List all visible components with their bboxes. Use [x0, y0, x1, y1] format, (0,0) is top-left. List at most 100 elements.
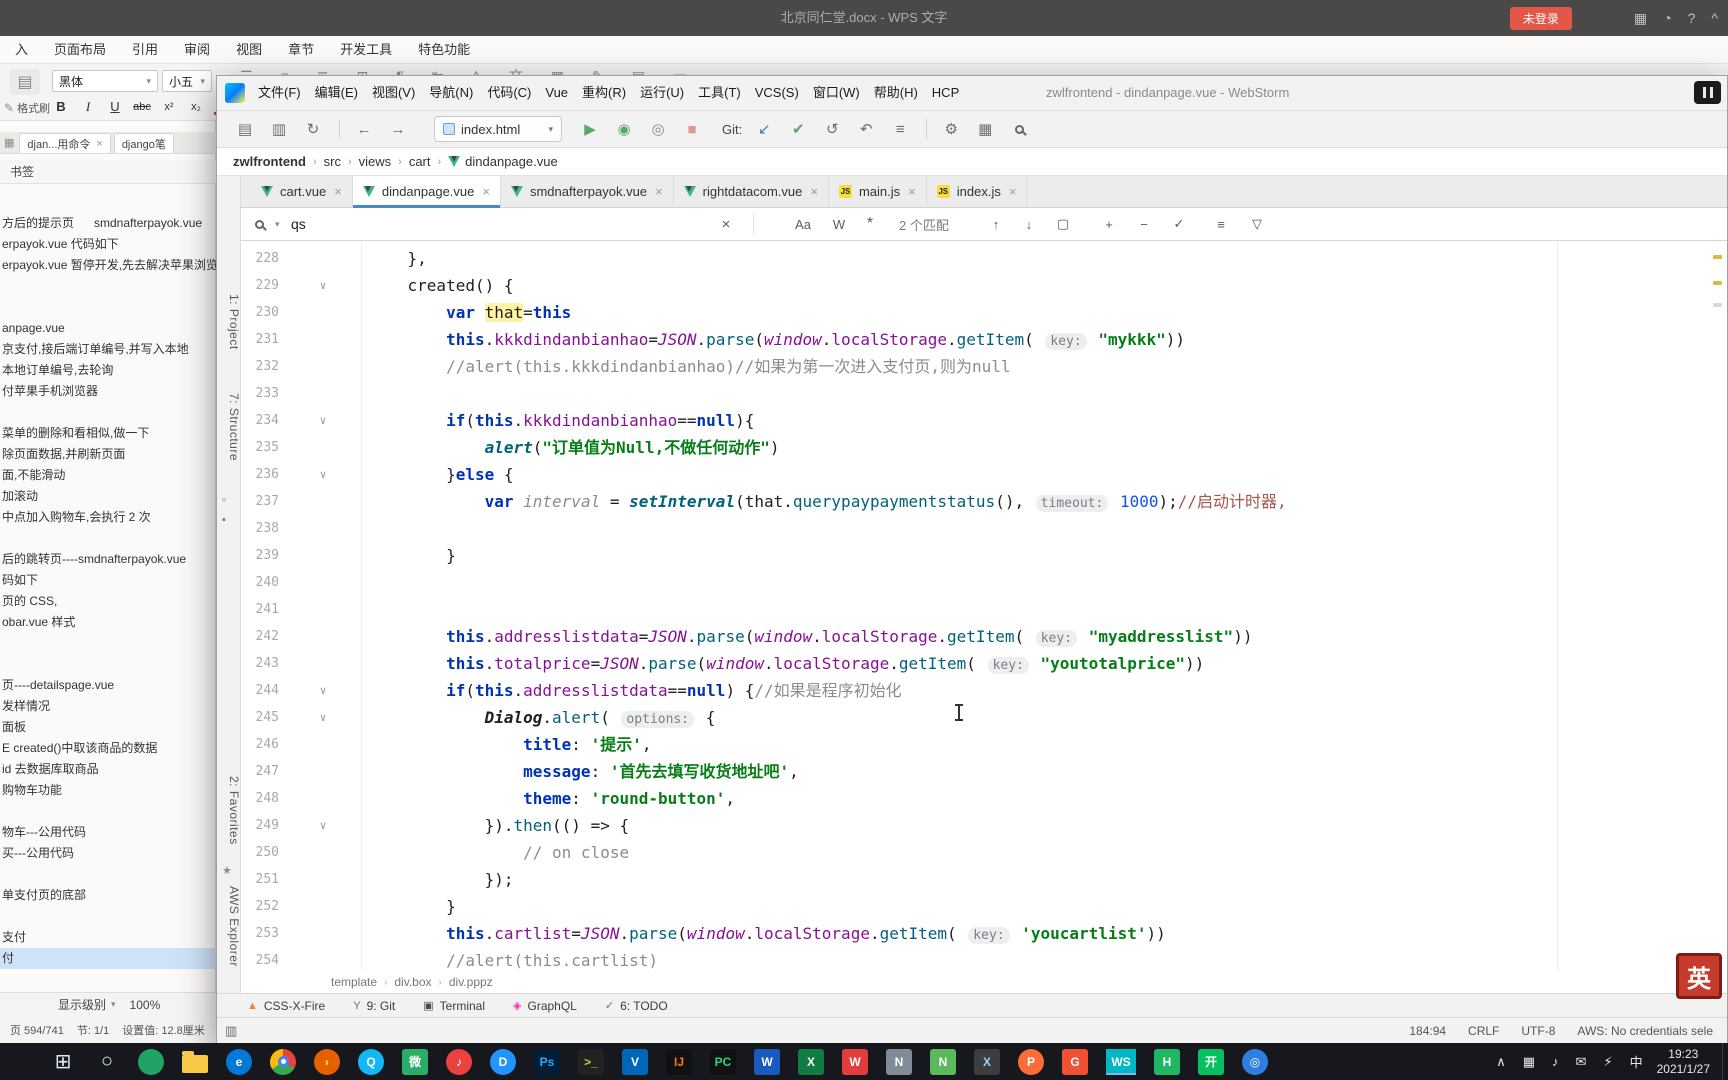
- taskbar-app-idea[interactable]: IJ: [666, 1048, 692, 1075]
- wps-menu-item-1[interactable]: 页面布局: [41, 36, 119, 64]
- toolwindow-stripe-item-2[interactable]: 2: Favorites: [217, 776, 241, 845]
- tab-smdnafterpayok.vue[interactable]: smdnafterpayok.vue ×: [501, 176, 674, 207]
- bookmark-item[interactable]: 页的 CSS,: [0, 591, 216, 612]
- bookmark-item[interactable]: 购物车功能: [0, 780, 216, 801]
- taskbar-app-pycharm[interactable]: PC: [710, 1048, 736, 1075]
- code-line[interactable]: 235 alert("订单值为Null,不做任何动作"): [241, 434, 1727, 461]
- tool-git[interactable]: Y 9: Git: [353, 999, 395, 1013]
- bookmark-item[interactable]: 除页面数据,并刷新页面: [0, 444, 216, 465]
- taskbar-app-xshell[interactable]: X: [974, 1048, 1000, 1075]
- aws-status[interactable]: AWS: No credentials sele: [1577, 1024, 1713, 1038]
- webstorm-menu-4[interactable]: 代码(C): [480, 76, 538, 110]
- toolwindow-stripe-item-0[interactable]: 1: Project: [217, 294, 241, 350]
- bookmark-item[interactable]: 码如下: [0, 570, 216, 591]
- code-line[interactable]: 242 this.addresslistdata=JSON.parse(wind…: [241, 623, 1727, 650]
- code-line[interactable]: 248 theme: 'round-button',: [241, 785, 1727, 812]
- code-editor[interactable]: 228 }, 229 ∨ created() {230 var that=this 2…: [241, 241, 1727, 971]
- code-line[interactable]: 231 this.kkkdindanbianhao=JSON.parse(win…: [241, 326, 1727, 353]
- italic-button[interactable]: I: [79, 98, 97, 116]
- bookmark-item[interactable]: erpayok.vue 暂停开发,先去解决苹果浏览器: [0, 255, 216, 276]
- fold-marker[interactable]: ∨: [313, 704, 333, 731]
- webstorm-menu-3[interactable]: 导航(N): [422, 76, 480, 110]
- bookmark-item[interactable]: 发样情况: [0, 696, 216, 717]
- bookmark-item[interactable]: 单支付页的底部: [0, 885, 216, 906]
- toolwindow-toggle-icon[interactable]: ▥: [225, 1023, 237, 1039]
- match-case-toggle[interactable]: Aa: [790, 208, 816, 240]
- bookmark-item[interactable]: 页----detailspage.vue: [0, 675, 216, 696]
- wps-apps-icon[interactable]: ▦: [1634, 0, 1647, 36]
- code-line[interactable]: 228 },: [241, 245, 1727, 272]
- regex-toggle[interactable]: *: [861, 208, 879, 240]
- multiline-toggle[interactable]: ≡: [1210, 208, 1232, 240]
- taskbar-app-music[interactable]: ♪: [446, 1048, 472, 1075]
- tray-display-icon[interactable]: ▦: [1523, 1054, 1535, 1070]
- wps-doc-tab-0[interactable]: djan...用命令 ×: [19, 133, 111, 153]
- bookmark-item[interactable]: obar.vue 样式: [0, 612, 216, 633]
- taskbar-app-terminal[interactable]: >_: [578, 1048, 604, 1075]
- sync-icon[interactable]: ↻: [301, 117, 325, 141]
- run-config-select[interactable]: index.html ▾: [434, 116, 562, 142]
- close-icon[interactable]: ×: [908, 184, 916, 199]
- taskbar-app-photoshop[interactable]: Ps: [534, 1048, 560, 1075]
- history-icon[interactable]: ↺: [820, 117, 844, 141]
- rollback-icon[interactable]: ↶: [854, 117, 878, 141]
- fold-marker[interactable]: ∨: [313, 812, 333, 839]
- paste-button[interactable]: ▤: [10, 69, 40, 95]
- bookmark-item[interactable]: 物车---公用代码: [0, 822, 216, 843]
- code-line[interactable]: 239 }: [241, 542, 1727, 569]
- taskbar-app-excel[interactable]: X: [798, 1048, 824, 1075]
- bookmark-item[interactable]: [0, 633, 216, 654]
- open-file-icon[interactable]: ▤: [233, 117, 257, 141]
- webstorm-menu-6[interactable]: 重构(R): [575, 76, 633, 110]
- taskbar-clock[interactable]: 19:23 2021/1/27: [1657, 1047, 1722, 1077]
- toolwindow-stripe-item-3[interactable]: AWS Explorer: [217, 886, 241, 967]
- fold-marker[interactable]: ∨: [313, 461, 333, 488]
- bookmark-item[interactable]: 面,不能滑动: [0, 465, 216, 486]
- bookmark-item[interactable]: 买---公用代码: [0, 843, 216, 864]
- close-icon[interactable]: ×: [96, 138, 102, 150]
- bookmark-item[interactable]: 菜单的删除和看相似,做一下: [0, 423, 216, 444]
- clear-search-icon[interactable]: ×: [716, 208, 736, 240]
- close-icon[interactable]: ×: [655, 184, 663, 199]
- code-line[interactable]: 230 var that=this: [241, 299, 1727, 326]
- taskbar-app-git[interactable]: G: [1062, 1048, 1088, 1075]
- wps-help-icon[interactable]: ?: [1688, 0, 1696, 36]
- toolwindow-stripe-item-1[interactable]: 7: Structure: [217, 393, 241, 461]
- pause-indicator[interactable]: [1694, 81, 1721, 104]
- open-results-button[interactable]: ▢: [1052, 208, 1074, 240]
- bookmark-item[interactable]: 本地订单编号,去轮询: [0, 360, 216, 381]
- code-line[interactable]: 246 title: '提示',: [241, 731, 1727, 758]
- save-all-icon[interactable]: ▥: [267, 117, 291, 141]
- breadcrumb-item-0[interactable]: zwlfrontend: [233, 154, 306, 169]
- bookmark-item[interactable]: 面板: [0, 717, 216, 738]
- taskbar-app-wechat[interactable]: 微: [402, 1048, 428, 1075]
- update-project-icon[interactable]: ↙: [752, 117, 776, 141]
- code-line[interactable]: 244 ∨ if(this.addresslistdata==null) {//如…: [241, 677, 1727, 704]
- zoom-value[interactable]: 100%: [130, 998, 161, 1012]
- taskbar-search[interactable]: ○: [94, 1049, 120, 1075]
- code-line[interactable]: 250 // on close: [241, 839, 1727, 866]
- stripe-mini-icon-1[interactable]: ▫: [222, 494, 226, 506]
- scrollbar-mark[interactable]: [1713, 303, 1722, 307]
- bookmark-item[interactable]: [0, 276, 216, 297]
- taskbar-app-devtools[interactable]: 开: [1198, 1048, 1224, 1075]
- taskbar-app-chrome[interactable]: [270, 1048, 296, 1075]
- taskbar-app-green[interactable]: [138, 1048, 164, 1075]
- prev-match-button[interactable]: ↑: [985, 208, 1007, 240]
- tab-index.js[interactable]: JS index.js ×: [927, 176, 1028, 207]
- taskbar-app-hbuilder[interactable]: H: [1154, 1048, 1180, 1075]
- ime-badge[interactable]: 英: [1676, 953, 1722, 999]
- tool-terminal[interactable]: ▣ Terminal: [423, 999, 485, 1013]
- webstorm-menu-12[interactable]: HCP: [925, 76, 966, 110]
- start-button[interactable]: ⊞: [50, 1049, 76, 1075]
- line-separator[interactable]: CRLF: [1468, 1024, 1499, 1038]
- close-icon[interactable]: ×: [482, 184, 490, 199]
- words-toggle[interactable]: W: [828, 208, 850, 240]
- search-everywhere-icon[interactable]: [1007, 117, 1031, 141]
- breadcrumb-item-1[interactable]: src: [324, 154, 341, 169]
- bookmark-item[interactable]: [0, 801, 216, 822]
- encoding[interactable]: UTF-8: [1521, 1024, 1555, 1038]
- bookmark-item[interactable]: [0, 654, 216, 675]
- superscript-button[interactable]: x²: [160, 98, 178, 116]
- wps-menu-item-4[interactable]: 视图: [223, 36, 275, 64]
